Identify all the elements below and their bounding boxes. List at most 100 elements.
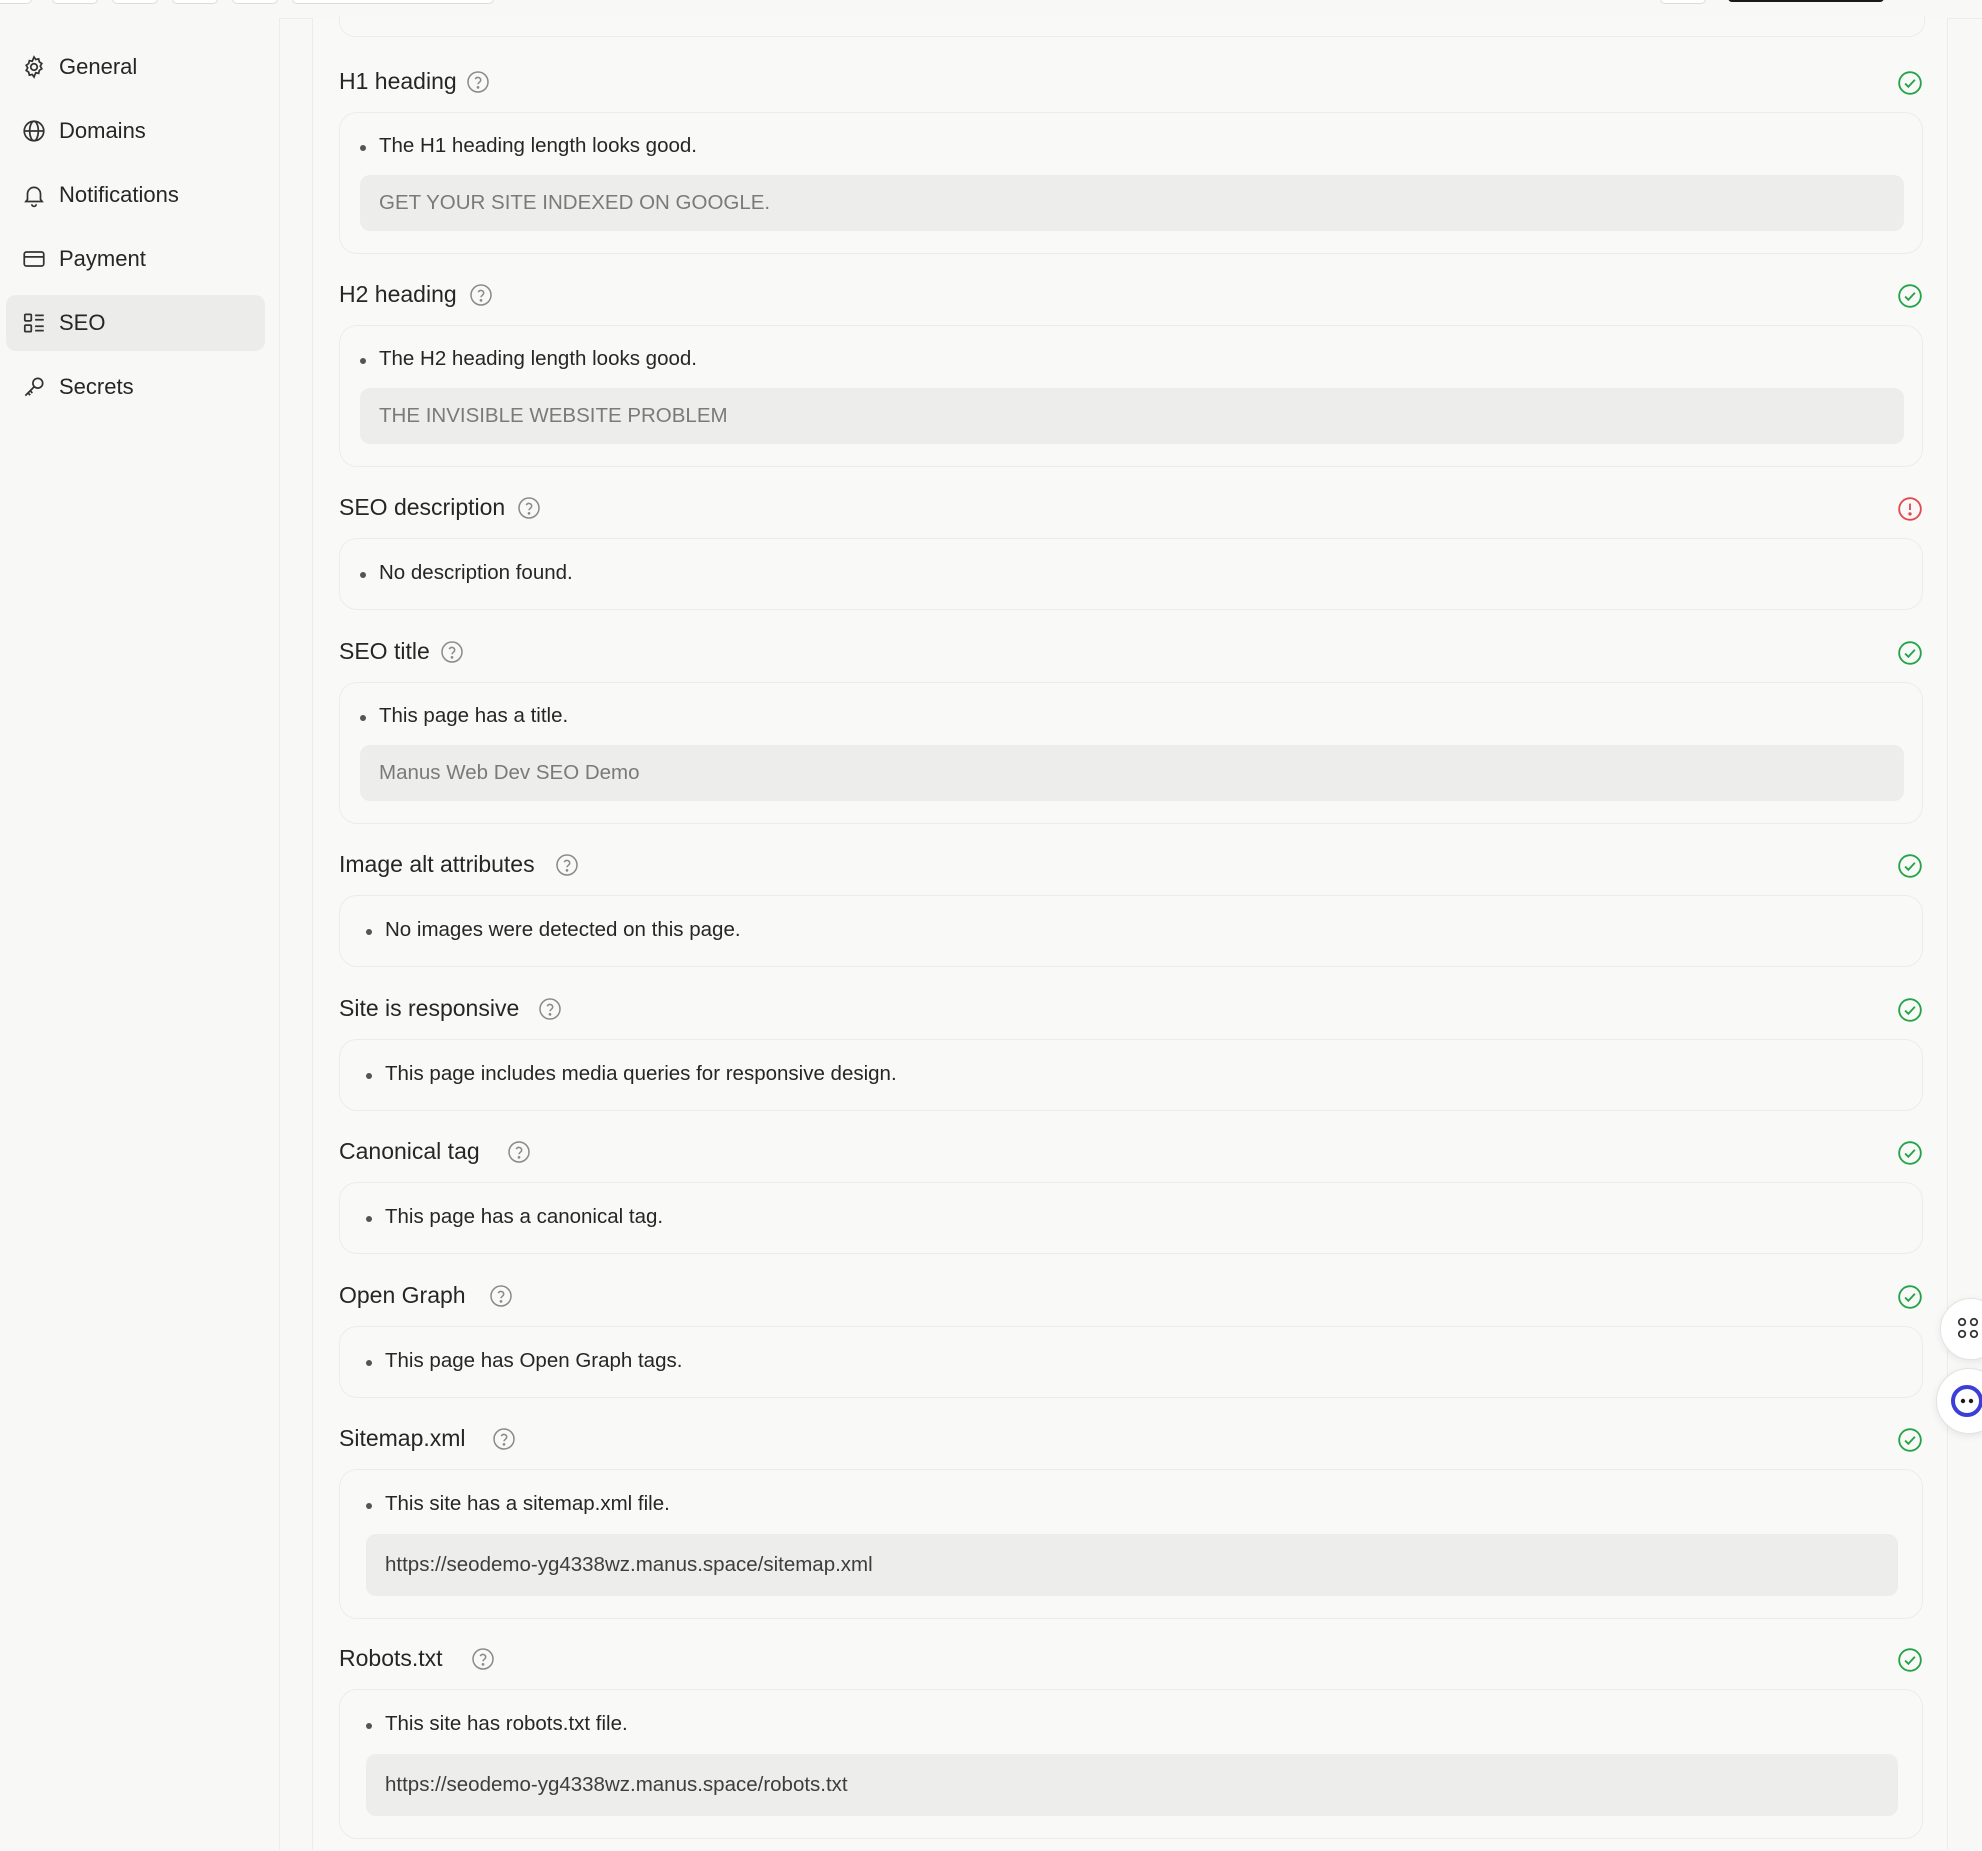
section-title: SEO description bbox=[339, 494, 506, 520]
check-circle-icon bbox=[1898, 1285, 1922, 1309]
help-icon[interactable] bbox=[466, 70, 490, 94]
check-sitemap: Sitemap.xml This site has a sitemap.xml … bbox=[339, 1421, 1923, 1631]
sidebar-item-label: Domains bbox=[59, 118, 146, 143]
check-result-card: This page has a title. Manus Web Dev SEO… bbox=[339, 682, 1923, 824]
result-message: The H1 heading length looks good. bbox=[360, 134, 697, 158]
section-title: Canonical tag bbox=[339, 1138, 480, 1164]
check-circle-icon bbox=[1898, 998, 1922, 1022]
check-robots: Robots.txt This site has robots.txt file… bbox=[339, 1641, 1923, 1851]
section-title: Site is responsive bbox=[339, 995, 520, 1021]
check-result-card: No description found. bbox=[339, 538, 1923, 610]
key-icon bbox=[24, 377, 44, 397]
help-icon[interactable] bbox=[440, 640, 464, 664]
section-title: Image alt attributes bbox=[339, 851, 535, 877]
help-icon[interactable] bbox=[507, 1140, 531, 1164]
check-result-card: This page includes media queries for res… bbox=[339, 1039, 1923, 1111]
check-seo-title: SEO title This page has a title. Manus W… bbox=[339, 634, 1923, 840]
section-title: Robots.txt bbox=[339, 1645, 443, 1671]
credit-card-icon bbox=[23, 251, 45, 267]
result-message: This page has a title. bbox=[360, 704, 568, 728]
toolbar-button[interactable] bbox=[0, 0, 32, 4]
check-h1-heading: H1 heading The H1 heading length looks g… bbox=[339, 64, 1923, 270]
check-circle-icon bbox=[1898, 854, 1922, 878]
sitemap-url[interactable]: https://seodemo-yg4338wz.manus.space/sit… bbox=[385, 1553, 873, 1577]
check-circle-icon bbox=[1898, 71, 1922, 95]
robots-url[interactable]: https://seodemo-yg4338wz.manus.space/rob… bbox=[385, 1773, 848, 1797]
sidebar-item-label: Payment bbox=[59, 246, 146, 271]
result-message: This site has robots.txt file. bbox=[366, 1712, 628, 1736]
result-message: This site has a sitemap.xml file. bbox=[366, 1492, 670, 1516]
seo-report-panel: H1 heading The H1 heading length looks g… bbox=[312, 16, 1948, 1851]
detected-value-box: GET YOUR SITE INDEXED ON GOOGLE. bbox=[360, 175, 1904, 231]
seo-list-icon bbox=[23, 313, 44, 333]
help-icon[interactable] bbox=[469, 283, 493, 307]
toolbar-field[interactable] bbox=[292, 0, 494, 4]
help-icon[interactable] bbox=[555, 853, 579, 877]
sidebar-item-label: SEO bbox=[59, 310, 106, 335]
result-message: This page has Open Graph tags. bbox=[366, 1349, 682, 1373]
check-result-card: The H1 heading length looks good. GET YO… bbox=[339, 112, 1923, 254]
check-result-card: No images were detected on this page. bbox=[339, 895, 1923, 967]
bell-icon bbox=[24, 186, 44, 208]
check-result-card: The H2 heading length looks good. THE IN… bbox=[339, 325, 1923, 467]
sidebar-item-notifications[interactable]: Notifications bbox=[6, 167, 265, 223]
help-icon[interactable] bbox=[471, 1647, 495, 1671]
check-result-card: This site has robots.txt file. https://s… bbox=[339, 1689, 1923, 1839]
section-title: H1 heading bbox=[339, 68, 457, 94]
robots-url-box[interactable]: https://seodemo-yg4338wz.manus.space/rob… bbox=[366, 1754, 1898, 1816]
check-image-alt: Image alt attributes No images were dete… bbox=[339, 847, 1923, 983]
check-result-card: This page has a canonical tag. bbox=[339, 1182, 1923, 1254]
result-message: No images were detected on this page. bbox=[366, 918, 741, 942]
section-title: Open Graph bbox=[339, 1282, 466, 1308]
check-circle-icon bbox=[1898, 1428, 1922, 1452]
sidebar-item-payment[interactable]: Payment bbox=[6, 231, 265, 287]
sidebar-item-label: Notifications bbox=[59, 182, 179, 207]
globe-icon bbox=[23, 120, 45, 142]
section-title: SEO title bbox=[339, 638, 430, 664]
result-message: The H2 heading length looks good. bbox=[360, 347, 697, 371]
toolbar-button[interactable] bbox=[1660, 0, 1706, 4]
detected-value: GET YOUR SITE INDEXED ON GOOGLE. bbox=[379, 191, 771, 214]
help-icon[interactable] bbox=[489, 1284, 513, 1308]
previous-section-card bbox=[339, 16, 1925, 37]
check-circle-icon bbox=[1898, 284, 1922, 308]
result-message: This page has a canonical tag. bbox=[366, 1205, 663, 1229]
settings-sidebar: General Domains Notifications Payment SE… bbox=[0, 18, 280, 1850]
primary-action-button[interactable] bbox=[1728, 0, 1884, 2]
result-message: No description found. bbox=[360, 561, 573, 585]
toolbar-button[interactable] bbox=[52, 0, 98, 4]
detected-value-box: THE INVISIBLE WEBSITE PROBLEM bbox=[360, 388, 1904, 444]
check-circle-icon bbox=[1898, 641, 1922, 665]
section-title: Sitemap.xml bbox=[339, 1425, 466, 1451]
check-result-card: This page has Open Graph tags. bbox=[339, 1326, 1923, 1398]
check-canonical-tag: Canonical tag This page has a canonical … bbox=[339, 1134, 1923, 1270]
gear-icon bbox=[25, 55, 43, 79]
toolbar-button[interactable] bbox=[112, 0, 158, 4]
detected-value: Manus Web Dev SEO Demo bbox=[379, 761, 640, 784]
toolbar-button[interactable] bbox=[232, 0, 278, 4]
help-icon[interactable] bbox=[517, 496, 541, 520]
command-icon bbox=[1957, 1317, 1979, 1339]
alert-circle-icon bbox=[1898, 497, 1922, 521]
sidebar-item-label: General bbox=[59, 54, 138, 79]
sidebar-item-seo[interactable]: SEO bbox=[6, 295, 265, 351]
detected-value-box: Manus Web Dev SEO Demo bbox=[360, 745, 1904, 801]
assistant-face-icon bbox=[1951, 1385, 1982, 1417]
check-responsive: Site is responsive This page includes me… bbox=[339, 991, 1923, 1127]
sidebar-item-general[interactable]: General bbox=[6, 39, 265, 95]
section-title: H2 heading bbox=[339, 281, 457, 307]
help-icon[interactable] bbox=[538, 997, 562, 1021]
check-seo-description: SEO description No description found. bbox=[339, 490, 1923, 626]
check-circle-icon bbox=[1898, 1141, 1922, 1165]
result-message: This page includes media queries for res… bbox=[366, 1062, 897, 1086]
sitemap-url-box[interactable]: https://seodemo-yg4338wz.manus.space/sit… bbox=[366, 1534, 1898, 1596]
check-circle-icon bbox=[1898, 1648, 1922, 1672]
toolbar-button[interactable] bbox=[172, 0, 218, 4]
sidebar-item-label: Secrets bbox=[59, 374, 134, 399]
sidebar-item-secrets[interactable]: Secrets bbox=[6, 359, 265, 415]
detected-value: THE INVISIBLE WEBSITE PROBLEM bbox=[379, 404, 728, 427]
help-icon[interactable] bbox=[492, 1427, 516, 1451]
sidebar-item-domains[interactable]: Domains bbox=[6, 103, 265, 159]
check-open-graph: Open Graph This page has Open Graph tags… bbox=[339, 1278, 1923, 1414]
check-h2-heading: H2 heading The H2 heading length looks g… bbox=[339, 277, 1923, 483]
